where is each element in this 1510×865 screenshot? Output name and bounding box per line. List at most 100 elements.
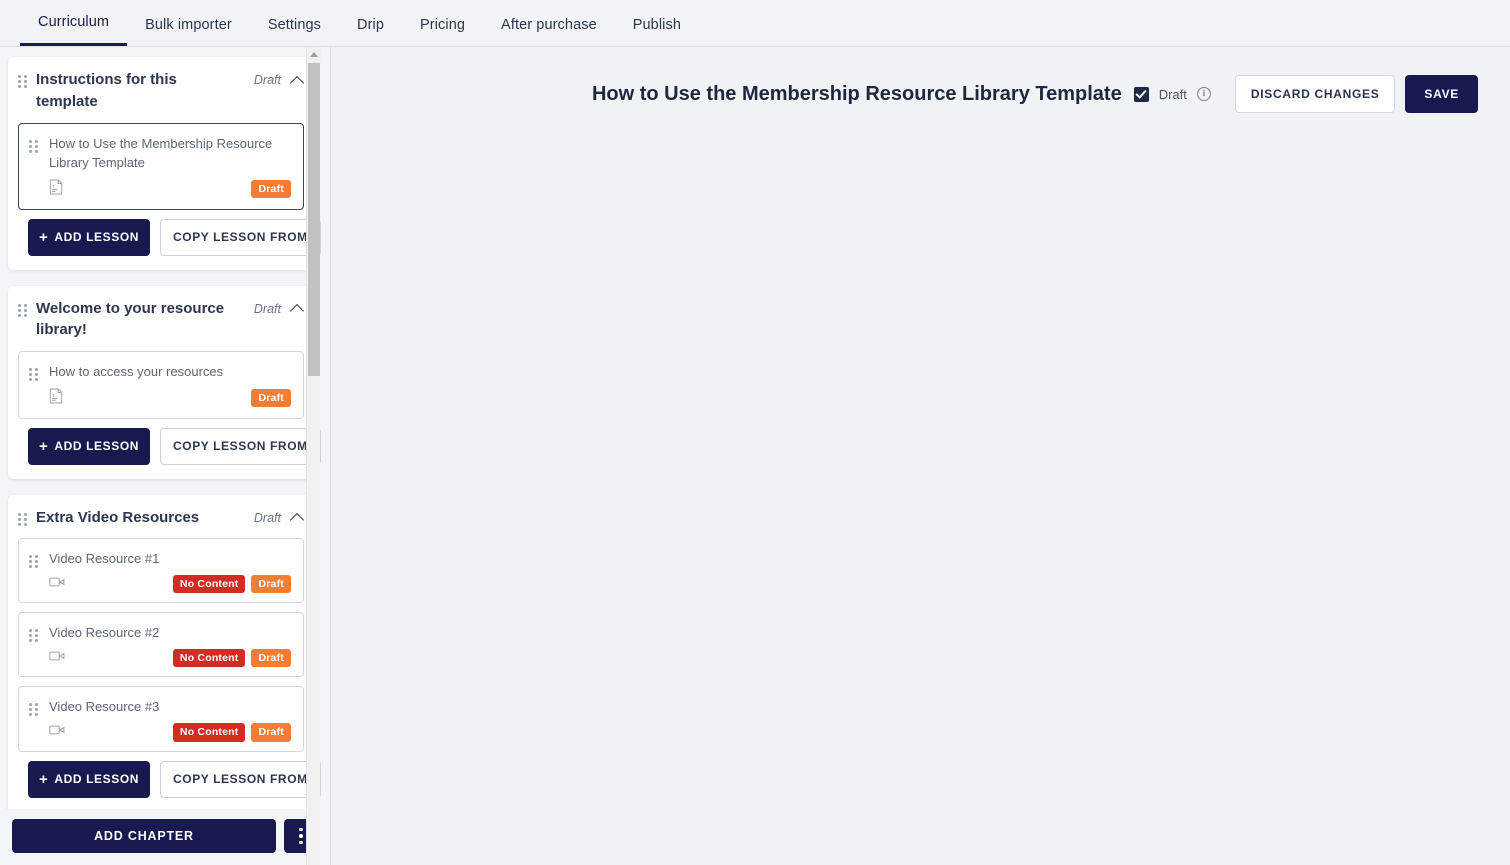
lesson-item[interactable]: How to access your resources T Draft [18, 351, 304, 419]
tab-drip[interactable]: Drip [339, 17, 402, 46]
chapter-drag-handle[interactable] [18, 303, 30, 317]
plus-icon: + [38, 228, 49, 246]
kebab-dot [299, 840, 303, 845]
add-lesson-label: ADD LESSON [54, 230, 140, 244]
tab-pricing[interactable]: Pricing [402, 17, 483, 46]
lesson-item[interactable]: How to Use the Membership Resource Libra… [18, 122, 304, 210]
draft-badge: Draft [251, 722, 291, 742]
chapter-actions: + ADD LESSON COPY LESSON FROM [18, 218, 321, 256]
lesson-item[interactable]: Video Resource #1 No Content Draft [18, 538, 304, 604]
scroll-up-arrow-icon[interactable] [307, 47, 321, 61]
plus-icon: + [38, 770, 49, 788]
chevron-up-icon[interactable] [291, 74, 304, 87]
chapter-card: Instructions for this template Draft How t… [8, 57, 321, 270]
lesson-badges: Draft [251, 388, 291, 408]
video-lesson-icon [49, 723, 66, 741]
save-button[interactable]: SAVE [1405, 75, 1478, 113]
copy-lesson-from-button[interactable]: COPY LESSON FROM [160, 760, 321, 798]
draft-badge: Draft [251, 179, 291, 199]
chapter-meta: Draft [254, 69, 304, 87]
draft-badge: Draft [251, 574, 291, 594]
lesson-drag-handle[interactable] [29, 629, 41, 667]
draft-badge: Draft [251, 648, 291, 668]
course-tab-bar: Curriculum Bulk importer Settings Drip Prici… [0, 0, 1510, 47]
page-title: How to Use the Membership Resource Libra… [591, 82, 1122, 105]
chapter-status: Draft [253, 510, 281, 525]
copy-lesson-from-button[interactable]: COPY LESSON FROM [160, 427, 321, 465]
chevron-up-icon[interactable] [291, 511, 304, 524]
video-lesson-icon [49, 649, 66, 667]
lesson-footer: No Content Draft [49, 722, 291, 742]
lesson-title: How to Use the Membership Resource Libra… [49, 135, 273, 171]
chapter-status: Draft [253, 301, 281, 316]
sidebar-footer: ADD CHAPTER [0, 809, 330, 865]
kebab-dot [299, 834, 303, 838]
lesson-title: How to access your resources [49, 364, 224, 379]
tab-after-purchase[interactable]: After purchase [483, 17, 615, 46]
lesson-footer: No Content Draft [49, 574, 291, 594]
kebab-dot [299, 827, 303, 832]
add-lesson-button[interactable]: + ADD LESSON [28, 760, 150, 798]
scrollbar-thumb[interactable] [308, 63, 320, 376]
no-content-badge: No Content [172, 574, 246, 594]
lesson-drag-handle[interactable] [29, 703, 41, 741]
chapter-meta: Draft [254, 507, 304, 525]
draft-label: Draft [1158, 86, 1187, 102]
lesson-footer: T Draft [49, 388, 291, 409]
svg-text:T: T [52, 183, 55, 188]
chapter-card: Welcome to your resource library! Draft Ho… [8, 285, 321, 479]
chapter-list: Instructions for this template Draft How t… [0, 47, 330, 809]
chapter-header: Instructions for this template Draft [18, 69, 304, 113]
add-lesson-button[interactable]: + ADD LESSON [28, 218, 150, 256]
no-content-badge: No Content [172, 648, 246, 668]
tab-bulk-importer[interactable]: Bulk importer [127, 17, 250, 46]
lesson-footer: No Content Draft [49, 648, 291, 668]
video-lesson-icon [49, 575, 66, 593]
draft-badge: Draft [251, 388, 291, 408]
add-lesson-label: ADD LESSON [54, 439, 140, 453]
no-content-badge: No Content [172, 722, 246, 742]
chapter-status: Draft [253, 73, 281, 87]
tab-settings[interactable]: Settings [250, 17, 339, 46]
lesson-drag-handle[interactable] [29, 139, 41, 200]
chapter-card: Extra Video Resources Draft Video Resource… [8, 494, 321, 809]
chapter-drag-handle[interactable] [18, 512, 30, 526]
chevron-up-icon[interactable] [291, 302, 304, 315]
lesson-title: Video Resource #1 [49, 551, 160, 567]
lesson-body: Video Resource #2 No Content Draft [49, 623, 291, 668]
lesson-body: How to Use the Membership Resource Libra… [49, 134, 291, 200]
sidebar-scrollbar[interactable] [306, 47, 321, 865]
lesson-title: Video Resource #3 [49, 699, 160, 715]
lesson-body: How to access your resources T Draft [49, 362, 291, 409]
chapter-meta: Draft [254, 298, 304, 316]
lesson-item[interactable]: Video Resource #3 No Content Draft [18, 686, 304, 752]
lesson-footer: T Draft [49, 179, 291, 200]
plus-icon: + [38, 437, 49, 455]
lesson-badges: No Content Draft [172, 648, 291, 668]
chapter-drag-handle[interactable] [18, 75, 30, 88]
chapter-header: Extra Video Resources Draft [18, 507, 304, 529]
lesson-item[interactable]: Video Resource #2 No Content Draft [18, 612, 304, 678]
lesson-drag-handle[interactable] [29, 368, 41, 409]
chapter-title[interactable]: Extra Video Resources [36, 507, 248, 529]
add-lesson-button[interactable]: + ADD LESSON [28, 427, 150, 465]
lesson-editor-pane: How to Use the Membership Resource Libra… [331, 47, 1510, 865]
text-lesson-icon: T [49, 388, 63, 409]
discard-changes-button[interactable]: DISCARD CHANGES [1234, 75, 1396, 113]
copy-lesson-from-button[interactable]: COPY LESSON FROM [160, 218, 321, 256]
svg-text:T: T [52, 392, 55, 397]
info-icon[interactable]: i [1196, 87, 1211, 101]
lesson-title: Video Resource #2 [49, 625, 160, 641]
add-lesson-label: ADD LESSON [54, 772, 140, 787]
chapter-title[interactable]: Instructions for this template [36, 69, 248, 113]
editor-header: How to Use the Membership Resource Libra… [331, 47, 1510, 113]
draft-checkbox[interactable] [1133, 86, 1149, 102]
chapter-actions: + ADD LESSON COPY LESSON FROM [18, 760, 321, 798]
curriculum-sidebar: Instructions for this template Draft How t… [0, 47, 331, 865]
add-chapter-button[interactable]: ADD CHAPTER [12, 819, 276, 853]
lesson-drag-handle[interactable] [29, 555, 41, 593]
tab-curriculum[interactable]: Curriculum [20, 14, 128, 46]
lesson-badges: Draft [251, 179, 291, 199]
tab-publish[interactable]: Publish [615, 17, 699, 46]
chapter-title[interactable]: Welcome to your resource library! [36, 298, 248, 342]
